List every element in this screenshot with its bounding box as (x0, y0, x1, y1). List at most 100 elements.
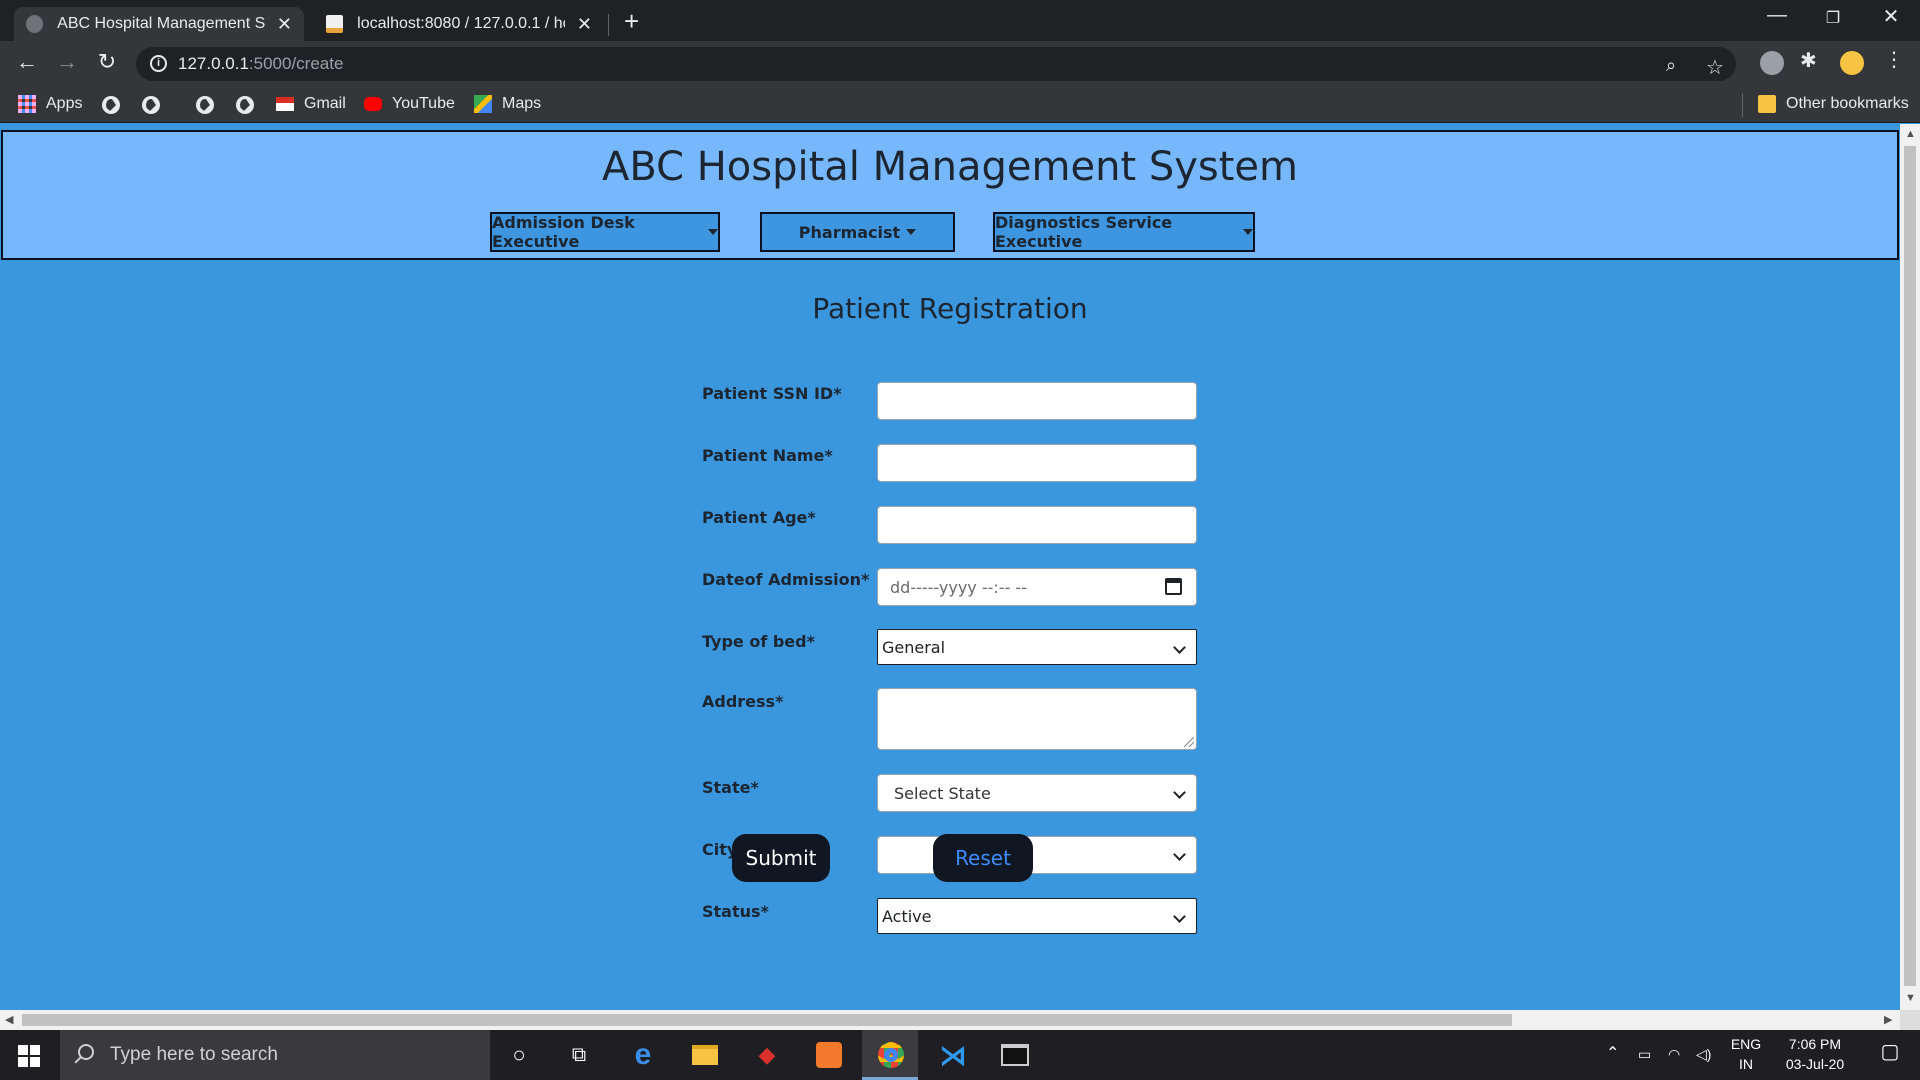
page-viewport: ABC Hospital Management System Admission… (0, 124, 1900, 1010)
scroll-corner (1900, 1010, 1920, 1030)
scroll-left-icon[interactable]: ◀ (5, 1013, 13, 1026)
apps-grid-icon (18, 95, 36, 113)
bookmark-label: Gmail (304, 95, 346, 112)
globe-icon[interactable] (102, 96, 120, 114)
label-ssn-id: Patient SSN ID* (702, 384, 842, 403)
vertical-scrollbar[interactable]: ▲ ▼ (1900, 124, 1920, 1010)
url-path: :5000/create (248, 54, 344, 73)
menu-kebab-icon[interactable]: ⋮ (1884, 47, 1904, 71)
status-select[interactable]: Active (877, 898, 1197, 934)
language-indicator[interactable]: ENG IN (1726, 1034, 1766, 1074)
scroll-right-icon[interactable]: ▶ (1884, 1013, 1892, 1026)
state-select[interactable]: Select State (877, 774, 1197, 812)
avatar[interactable] (1840, 51, 1864, 75)
bed-type-select[interactable]: General (877, 629, 1197, 665)
menu-diagnostics[interactable]: Diagnostics Service Executive (993, 212, 1255, 252)
form-title: Patient Registration (812, 292, 1088, 325)
other-bookmarks[interactable]: Other bookmarks (1758, 95, 1909, 113)
lang-bottom: IN (1739, 1056, 1753, 1072)
menu-admission-desk[interactable]: Admission Desk Executive (490, 212, 720, 252)
resize-handle-icon[interactable] (1184, 737, 1194, 747)
tab-title: ABC Hospital Management Syste (57, 15, 265, 32)
file-explorer-icon[interactable] (688, 1038, 722, 1072)
restore-icon[interactable]: ❐ (1810, 8, 1856, 28)
tray-chevron-icon[interactable]: ⌃ (1606, 1044, 1619, 1064)
close-window-icon[interactable]: ✕ (1868, 4, 1914, 29)
address-bar[interactable]: i 127.0.0.1:5000/create ⌕ ☆ (136, 47, 1736, 81)
vertical-scroll-thumb[interactable] (1904, 146, 1916, 986)
taskbar-search[interactable]: Type here to search (60, 1030, 490, 1080)
bookmark-apps[interactable]: Apps (18, 95, 82, 113)
extensions-icon[interactable]: ✱ (1800, 48, 1824, 72)
menu-pharmacist[interactable]: Pharmacist (760, 212, 955, 252)
vscode-icon[interactable]: ⋊ (936, 1038, 970, 1072)
status-value: Active (882, 906, 932, 926)
scroll-up-icon[interactable]: ▲ (1905, 128, 1916, 140)
task-view-icon[interactable]: ⧉ (562, 1038, 596, 1072)
close-tab-icon[interactable]: ✕ (277, 14, 292, 35)
clock-time: 7:06 PM (1788, 1036, 1842, 1052)
other-bookmarks-label: Other bookmarks (1786, 95, 1909, 112)
horizontal-scrollbar[interactable]: ◀ ▶ (0, 1010, 1900, 1030)
clock-date: 03-Jul-20 (1785, 1056, 1845, 1072)
forward-icon[interactable]: → (52, 49, 82, 75)
bed-type-value: General (882, 637, 946, 657)
maps-icon (474, 95, 492, 113)
admission-date-input[interactable]: dd-----yyyy --:-- -- (877, 568, 1197, 606)
terminal-icon[interactable] (998, 1038, 1032, 1072)
browser-toolbar: ← → ↻ i 127.0.0.1:5000/create ⌕ ☆ ✱ ⋮ (0, 41, 1920, 87)
reload-icon[interactable]: ↻ (92, 49, 122, 75)
youtube-icon (364, 97, 382, 111)
caret-down-icon (906, 229, 917, 235)
bookmark-gmail[interactable]: Gmail (276, 95, 346, 113)
label-status: Status* (702, 902, 769, 921)
tab-strip: ABC Hospital Management Syste ✕ localhos… (0, 0, 1920, 41)
cortana-icon[interactable]: ○ (502, 1038, 536, 1072)
calendar-icon[interactable] (1165, 578, 1182, 595)
tab-phpmyadmin[interactable]: localhost:8080 / 127.0.0.1 / hospi ✕ (314, 7, 604, 41)
close-tab-icon[interactable]: ✕ (577, 14, 592, 35)
search-icon (78, 1044, 94, 1060)
zoom-icon[interactable]: ⌕ (1666, 55, 1676, 76)
state-value: Select State (894, 783, 991, 803)
globe-icon[interactable] (142, 96, 160, 114)
info-icon[interactable]: i (150, 55, 167, 72)
edge-icon[interactable]: e (626, 1038, 660, 1072)
address-textarea[interactable] (877, 688, 1197, 750)
clock[interactable]: 7:06 PM 03-Jul-20 (1770, 1034, 1860, 1074)
city-select[interactable] (877, 836, 1197, 874)
label-patient-age: Patient Age* (702, 508, 816, 527)
label-patient-name: Patient Name* (702, 446, 833, 465)
bookmark-maps[interactable]: Maps (474, 95, 541, 113)
lang-top: ENG (1730, 1036, 1762, 1052)
scroll-down-icon[interactable]: ▼ (1905, 992, 1916, 1004)
back-icon[interactable]: ← (12, 49, 42, 75)
patient-age-input[interactable] (877, 506, 1197, 544)
tab-hospital[interactable]: ABC Hospital Management Syste ✕ (14, 7, 304, 41)
ssn-id-input[interactable] (877, 382, 1197, 420)
adblock-icon[interactable] (1760, 51, 1784, 75)
tab-separator (608, 14, 609, 36)
volume-icon[interactable]: ◁) (1696, 1044, 1711, 1064)
app-red-icon[interactable]: ◆ (750, 1038, 784, 1072)
new-tab-icon[interactable]: + (624, 6, 639, 37)
menu-label: Pharmacist (798, 222, 901, 242)
network-icon[interactable]: ◠ (1668, 1044, 1680, 1064)
chrome-icon[interactable] (874, 1038, 908, 1072)
battery-icon[interactable]: ▭ (1638, 1044, 1651, 1064)
date-placeholder: dd-----yyyy --:-- -- (890, 577, 1027, 597)
xampp-icon[interactable] (812, 1038, 846, 1072)
horizontal-scroll-thumb[interactable] (22, 1014, 1512, 1026)
minimize-icon[interactable]: — (1754, 4, 1800, 27)
bookmark-youtube[interactable]: YouTube (364, 95, 455, 113)
caret-down-icon (708, 229, 718, 235)
windows-start-icon[interactable] (18, 1045, 40, 1067)
submit-button[interactable]: Submit (732, 834, 830, 882)
patient-name-input[interactable] (877, 444, 1197, 482)
notification-icon[interactable]: ▢ (1870, 1042, 1910, 1062)
star-icon[interactable]: ☆ (1706, 55, 1724, 80)
reset-button[interactable]: Reset (933, 834, 1033, 882)
tab-title: localhost:8080 / 127.0.0.1 / hospi (357, 15, 565, 32)
globe-icon[interactable] (236, 96, 254, 114)
globe-icon[interactable] (196, 96, 214, 114)
